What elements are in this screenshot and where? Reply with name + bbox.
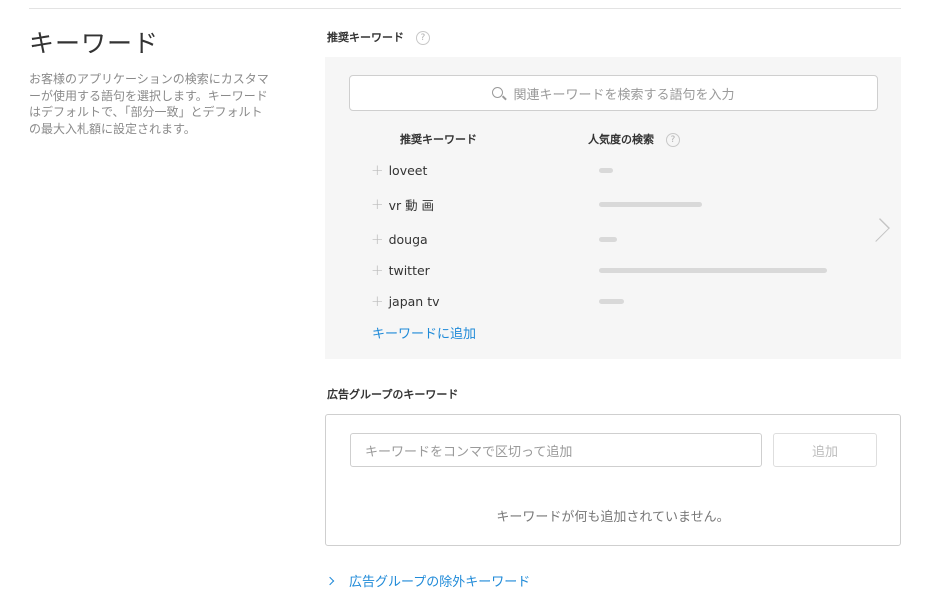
suggested-keyword-row[interactable]: + douga xyxy=(371,229,428,249)
suggested-keyword-row[interactable]: + japan tv xyxy=(371,291,440,311)
chevron-right-icon[interactable] xyxy=(866,218,890,242)
plus-icon[interactable]: + xyxy=(371,230,384,248)
popularity-bar xyxy=(599,299,624,304)
suggested-search-input[interactable]: 関連キーワードを検索する語句を入力 xyxy=(349,75,878,111)
column-header-keyword: 推奨キーワード xyxy=(400,133,477,146)
suggested-search-placeholder: 関連キーワードを検索する語句を入力 xyxy=(513,87,735,103)
popularity-bar xyxy=(599,268,827,273)
plus-icon[interactable]: + xyxy=(371,195,384,213)
suggested-keyword-text: twitter xyxy=(388,262,430,278)
suggested-keyword-text: loveet xyxy=(388,162,428,178)
keywords-intro: キーワード お客様のアプリケーションの検索にカスタマーが使用する語句を選択します… xyxy=(29,27,274,137)
search-icon xyxy=(492,86,504,98)
add-to-keywords-link[interactable]: キーワードに追加 xyxy=(372,323,476,342)
suggested-keyword-text: vr 動 画 xyxy=(388,197,435,213)
keyword-entry-input[interactable]: キーワードをコンマで区切って追加 xyxy=(350,433,762,467)
plus-icon[interactable]: + xyxy=(371,261,384,279)
negative-keywords-label: 広告グループの除外キーワード xyxy=(349,575,531,590)
empty-keywords-message: キーワードが何も追加されていません。 xyxy=(496,510,730,525)
help-icon[interactable]: ? xyxy=(665,133,680,147)
suggested-keywords-panel: 関連キーワードを検索する語句を入力 推奨キーワード 人気度の検索 ? + love… xyxy=(325,57,901,359)
popularity-bar xyxy=(599,202,702,207)
add-keyword-button[interactable]: 追加 xyxy=(773,433,877,467)
popularity-bar xyxy=(599,168,613,173)
column-header-popularity-text: 人気度の検索 xyxy=(588,133,654,146)
suggested-keywords-label: 推奨キーワード ? xyxy=(327,29,430,45)
suggested-keyword-text: japan tv xyxy=(388,293,440,309)
help-icon[interactable]: ? xyxy=(415,31,430,45)
suggested-keyword-text: douga xyxy=(388,231,428,247)
section-description: お客様のアプリケーションの検索にカスタマーが使用する語句を選択します。キーワード… xyxy=(29,72,269,136)
suggested-keyword-row[interactable]: + loveet xyxy=(371,160,427,180)
keyword-entry-placeholder: キーワードをコンマで区切って追加 xyxy=(365,444,573,460)
plus-icon[interactable]: + xyxy=(371,292,384,310)
popularity-bar xyxy=(599,237,617,242)
top-divider xyxy=(29,8,901,9)
chevron-right-icon xyxy=(325,576,335,585)
plus-icon[interactable]: + xyxy=(371,161,384,179)
column-header-popularity: 人気度の検索 ? xyxy=(588,131,680,147)
adgroup-keywords-panel: キーワードをコンマで区切って追加 追加 キーワードが何も追加されていません。 xyxy=(325,414,901,546)
section-title: キーワード xyxy=(29,29,160,58)
adgroup-keywords-label: 広告グループのキーワード xyxy=(327,388,459,401)
suggested-keyword-row[interactable]: + vr 動 画 xyxy=(371,194,434,214)
negative-keywords-toggle[interactable]: 広告グループの除外キーワード xyxy=(325,571,531,590)
suggested-keywords-label-text: 推奨キーワード xyxy=(327,31,404,44)
suggested-keyword-row[interactable]: + twitter xyxy=(371,260,430,280)
